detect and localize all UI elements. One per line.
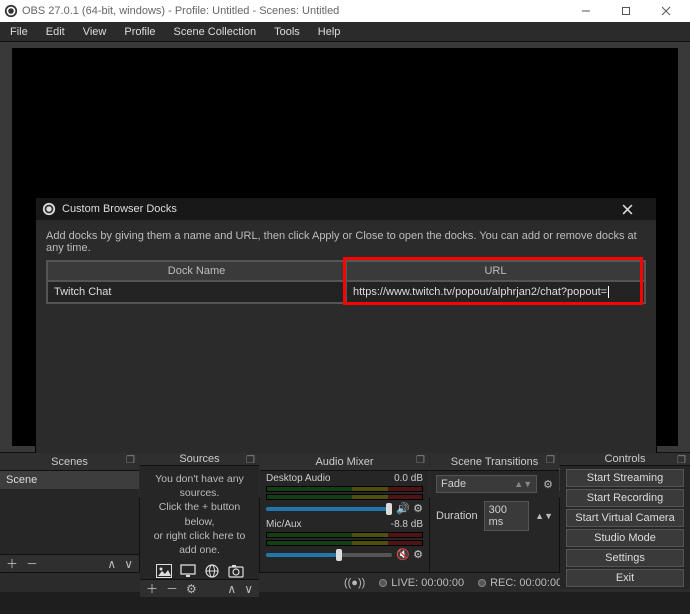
mixer-channel-mic: Mic/Aux -8.8 dB 🔇⚙ (260, 517, 429, 563)
start-virtual-camera-button[interactable]: Start Virtual Camera (566, 509, 684, 527)
obs-logo-icon (4, 4, 18, 18)
camera-source-icon (226, 563, 246, 579)
col-header-url: URL (346, 261, 645, 281)
network-icon: ((●)) (344, 577, 365, 589)
start-recording-button[interactable]: Start Recording (566, 489, 684, 507)
live-status: LIVE: 00:00:00 (391, 577, 464, 589)
studio-mode-button[interactable]: Studio Mode (566, 529, 684, 547)
display-source-icon (178, 563, 198, 579)
window-title: OBS 27.0.1 (64-bit, windows) - Profile: … (22, 5, 566, 17)
popout-icon[interactable]: ❐ (246, 455, 255, 466)
speaker-icon[interactable]: 🔊 (396, 502, 410, 515)
volume-slider[interactable] (266, 507, 392, 511)
obs-logo-icon (42, 202, 56, 216)
audio-meter (266, 532, 423, 538)
gear-icon[interactable]: ⚙ (543, 478, 553, 491)
settings-button[interactable]: Settings (566, 549, 684, 567)
dialog-instruction: Add docks by giving them a name and URL,… (46, 230, 646, 254)
duration-label: Duration (436, 510, 478, 522)
menu-file[interactable]: File (2, 24, 36, 40)
close-button[interactable] (646, 0, 686, 22)
mixer-ch-name: Desktop Audio (266, 473, 331, 484)
audio-meter (266, 486, 423, 492)
audio-meter (266, 540, 423, 546)
volume-slider[interactable] (266, 553, 392, 557)
start-streaming-button[interactable]: Start Streaming (566, 469, 684, 487)
window-titlebar: OBS 27.0.1 (64-bit, windows) - Profile: … (0, 0, 690, 22)
source-up-button[interactable]: ∧ (227, 582, 236, 596)
dock-url-value: https://www.twitch.tv/popout/alphrjan2/c… (353, 286, 607, 298)
add-source-button[interactable]: ＋ (146, 580, 158, 597)
remove-scene-button[interactable]: － (26, 555, 38, 572)
live-status-dot (379, 579, 387, 587)
popout-icon[interactable]: ❐ (416, 455, 425, 466)
mixer-ch-name: Mic/Aux (266, 519, 302, 530)
menu-edit[interactable]: Edit (38, 24, 73, 40)
popout-icon[interactable]: ❐ (126, 455, 135, 466)
remove-source-button[interactable]: － (166, 580, 178, 597)
mute-icon[interactable]: 🔇 (396, 548, 410, 561)
popout-icon[interactable]: ❐ (546, 455, 555, 466)
dialog-close-button[interactable] (622, 204, 650, 215)
sources-dock: Sources ❐ You don't have any sources. Cli… (140, 453, 260, 572)
sources-empty-message: You don't have any sources. Click the + … (140, 466, 259, 561)
controls-title: Controls (605, 453, 646, 465)
menu-view[interactable]: View (75, 24, 115, 40)
scenes-title: Scenes (51, 456, 88, 468)
source-down-button[interactable]: ∨ (244, 582, 253, 596)
menu-tools[interactable]: Tools (266, 24, 308, 40)
mixer-title: Audio Mixer (315, 456, 373, 468)
scene-item[interactable]: Scene (0, 471, 139, 489)
docks-row: Scenes ❐ Scene ＋ － ∧ ∨ Sources ❐ You don't… (0, 452, 690, 572)
scenes-dock: Scenes ❐ Scene ＋ － ∧ ∨ (0, 453, 140, 572)
scene-transitions-dock: Scene Transitions ❐ Fade▲▼ ⚙ Duration 300… (430, 453, 560, 572)
popout-icon[interactable]: ❐ (677, 455, 686, 466)
rec-status-dot (478, 579, 486, 587)
scene-up-button[interactable]: ∧ (107, 557, 116, 571)
controls-dock: Controls ❐ Start Streaming Start Recordin… (560, 453, 690, 572)
rec-status: REC: 00:00:00 (490, 577, 562, 589)
menu-scene-collection[interactable]: Scene Collection (166, 24, 265, 40)
menu-help[interactable]: Help (310, 24, 349, 40)
minimize-button[interactable] (566, 0, 606, 22)
col-header-dock-name: Dock Name (47, 261, 346, 281)
exit-button[interactable]: Exit (566, 569, 684, 587)
globe-source-icon (202, 563, 222, 579)
transitions-title: Scene Transitions (451, 456, 538, 468)
maximize-button[interactable] (606, 0, 646, 22)
mixer-channel-desktop: Desktop Audio 0.0 dB 🔊⚙ (260, 471, 429, 517)
dock-url-input[interactable]: https://www.twitch.tv/popout/alphrjan2/c… (346, 281, 645, 303)
dialog-title: Custom Browser Docks (62, 203, 622, 215)
transition-select[interactable]: Fade▲▼ (436, 475, 537, 493)
gear-icon[interactable]: ⚙ (413, 502, 423, 515)
source-properties-button[interactable]: ⚙ (186, 582, 197, 596)
preview-area: No sour Custom Browser Docks Add docks b… (0, 42, 690, 452)
mixer-ch-level: -8.8 dB (391, 519, 423, 530)
audio-meter (266, 494, 423, 500)
audio-mixer-dock: Audio Mixer❐ Desktop Audio0.0 dB 🔊⚙ Mic/… (260, 453, 430, 572)
scene-down-button[interactable]: ∨ (124, 557, 133, 571)
menubar: File Edit View Profile Scene Collection … (0, 22, 690, 42)
chevron-updown-icon: ▲▼ (514, 479, 532, 489)
image-source-icon (154, 563, 174, 579)
dialog-titlebar: Custom Browser Docks (36, 198, 656, 220)
mixer-ch-level: 0.0 dB (394, 473, 423, 484)
spinner-buttons[interactable]: ▲▼ (535, 511, 553, 521)
gear-icon[interactable]: ⚙ (413, 548, 423, 561)
duration-spinner[interactable]: 300 ms (484, 501, 530, 531)
docks-table: Dock Name URL Twitch Chat https://www.tw… (46, 260, 646, 304)
sources-title: Sources (179, 453, 219, 465)
menu-profile[interactable]: Profile (116, 24, 163, 40)
add-scene-button[interactable]: ＋ (6, 555, 18, 572)
dock-name-input[interactable]: Twitch Chat (47, 281, 346, 303)
